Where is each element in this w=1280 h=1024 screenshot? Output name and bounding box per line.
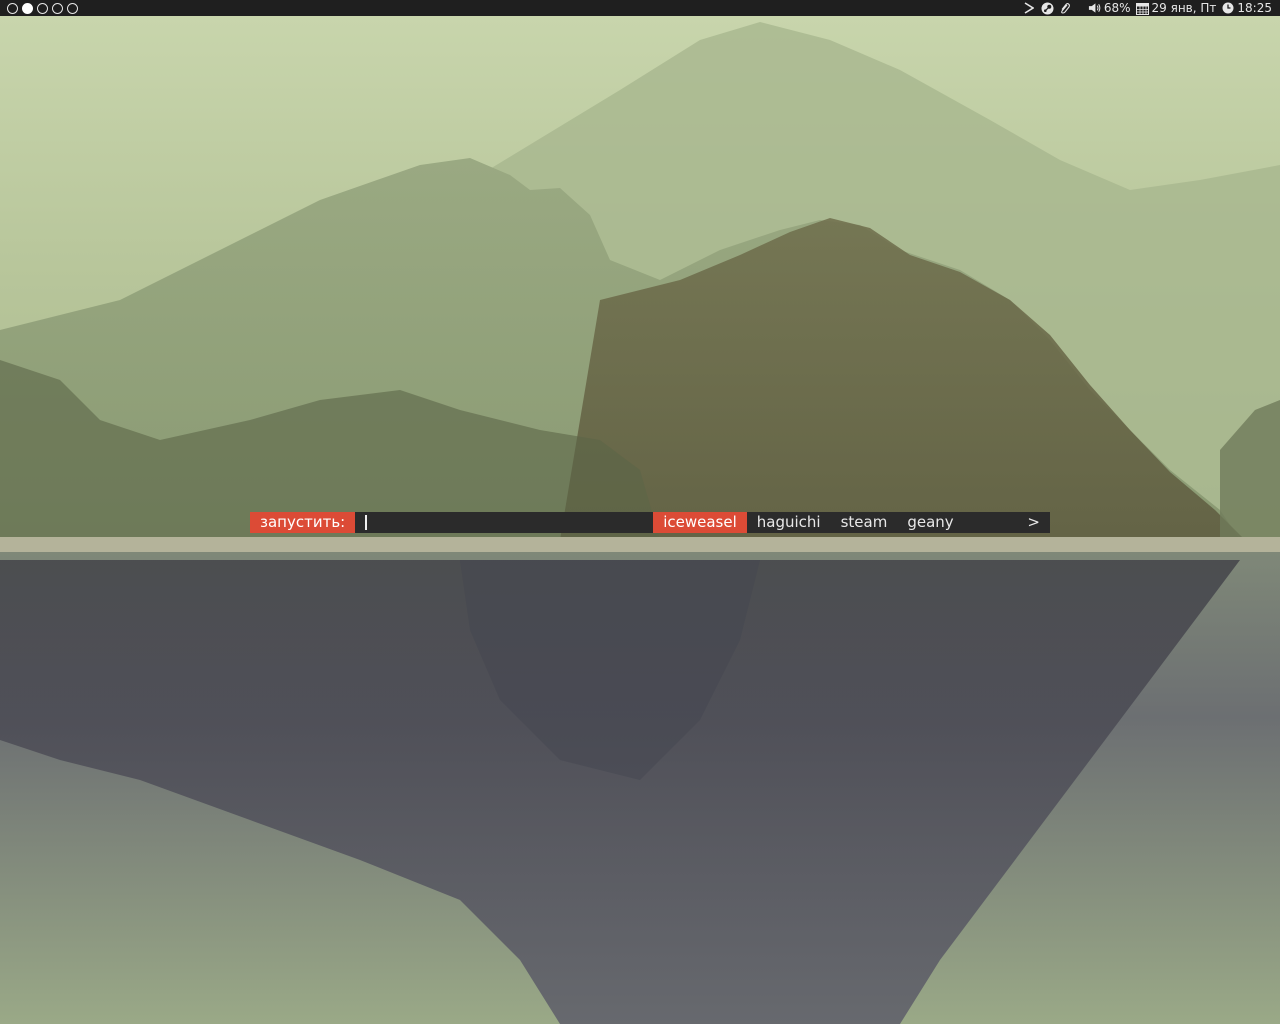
workspace-5-indicator[interactable] [67, 2, 78, 14]
date-text: 29 янв, Пт [1151, 1, 1217, 15]
launcher-input[interactable] [355, 512, 654, 533]
volume-level: 68% [1103, 1, 1131, 15]
clock-icon [1221, 0, 1234, 16]
workspace-2-indicator[interactable] [22, 2, 33, 14]
date-indicator[interactable]: 29 янв, Пт [1135, 0, 1217, 16]
speaker-icon [1088, 0, 1101, 16]
calendar-icon [1135, 0, 1149, 16]
top-panel: 68% 29 янв, Пт 18:25 [0, 0, 1280, 16]
workspace-1-indicator[interactable] [7, 2, 18, 14]
steam-icon[interactable] [1041, 0, 1054, 16]
app-launcher: запустить: iceweasel haguichi steam gean… [250, 512, 1050, 533]
volume-indicator[interactable]: 68% [1088, 0, 1131, 16]
workspace-switcher [7, 0, 78, 16]
terminal-arrow-icon[interactable] [1023, 0, 1036, 16]
suggestion-haguichi[interactable]: haguichi [747, 512, 831, 533]
time-text: 18:25 [1237, 1, 1272, 15]
clock-indicator[interactable]: 18:25 [1221, 0, 1272, 16]
launcher-suggestions: iceweasel haguichi steam geany > [653, 512, 1050, 533]
text-caret [365, 515, 368, 530]
system-tray: 68% 29 янв, Пт 18:25 [1023, 0, 1272, 16]
launcher-prompt: запустить: [250, 512, 356, 533]
more-suggestions-arrow[interactable]: > [1027, 512, 1040, 533]
paperclip-icon[interactable] [1059, 0, 1072, 16]
workspace-4-indicator[interactable] [52, 2, 63, 14]
suggestion-geany[interactable]: geany [897, 512, 963, 533]
suggestion-steam[interactable]: steam [831, 512, 898, 533]
suggestion-iceweasel[interactable]: iceweasel [653, 512, 747, 533]
workspace-3-indicator[interactable] [37, 2, 48, 14]
